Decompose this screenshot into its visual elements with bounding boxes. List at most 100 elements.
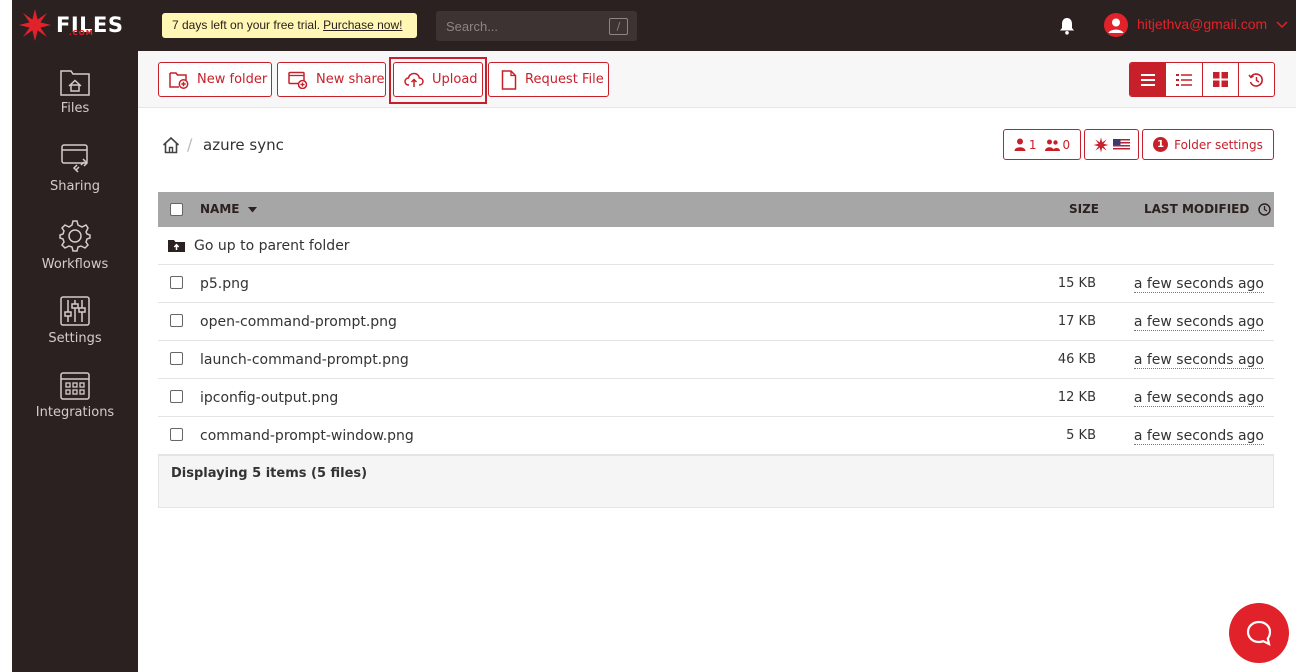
sidebar: Files Sharing Workflows Settings Integra…: [12, 51, 138, 672]
user-icon: [1014, 138, 1026, 151]
support-chat-button[interactable]: [1229, 603, 1289, 663]
row-checkbox[interactable]: [170, 314, 183, 327]
group-icon: [1044, 139, 1060, 151]
chat-bubble-icon: [1246, 620, 1272, 646]
file-size: 17 KB: [1057, 314, 1096, 329]
table-row[interactable]: p5.png 15 KB a few seconds ago: [158, 265, 1274, 303]
grid-icon: [1212, 72, 1228, 87]
purchase-now-link[interactable]: Purchase now!: [323, 18, 402, 32]
new-share-label: New share: [316, 72, 385, 87]
file-name[interactable]: ipconfig-output.png: [200, 379, 338, 417]
new-folder-icon: [169, 71, 189, 89]
user-email[interactable]: hitjethva@gmail.com: [1137, 16, 1267, 32]
table-header: NAME SIZE LAST MODIFIED: [158, 192, 1274, 227]
file-size: 15 KB: [1057, 276, 1096, 291]
table-row[interactable]: command-prompt-window.png 5 KB a few sec…: [158, 417, 1274, 455]
upload-label: Upload: [432, 72, 478, 87]
row-checkbox[interactable]: [170, 352, 183, 365]
table-row[interactable]: open-command-prompt.png 17 KB a few seco…: [158, 303, 1274, 341]
sidebar-item-label: Files: [60, 101, 90, 116]
name-column-header[interactable]: NAME: [200, 192, 257, 227]
folder-home-icon: [60, 70, 90, 96]
groups-count: 0: [1062, 137, 1071, 152]
file-modified: a few seconds ago: [1133, 303, 1264, 341]
request-file-button[interactable]: Request File: [488, 62, 609, 97]
table-footer: Displaying 5 items (5 files): [158, 455, 1274, 508]
logo-sub: .COM: [69, 29, 94, 37]
grid-view-button[interactable]: [1203, 63, 1239, 96]
file-name[interactable]: command-prompt-window.png: [200, 417, 414, 455]
new-folder-label: New folder: [197, 72, 268, 87]
parent-folder-row[interactable]: Go up to parent folder: [158, 227, 1274, 265]
last-modified-header-label: LAST MODIFIED: [1144, 202, 1250, 216]
request-file-label: Request File: [525, 72, 604, 87]
folder-permissions-button[interactable]: 1 0: [1003, 129, 1081, 160]
folder-settings-button[interactable]: 1 Folder settings: [1142, 129, 1274, 160]
detail-list-icon: [1175, 73, 1192, 86]
last-modified-column-header[interactable]: LAST MODIFIED: [1144, 192, 1271, 227]
users-count: 1: [1028, 137, 1037, 152]
file-modified: a few seconds ago: [1133, 417, 1264, 455]
sidebar-item-integrations[interactable]: Integrations: [12, 371, 138, 443]
parent-folder-label: Go up to parent folder: [194, 238, 350, 254]
file-size: 46 KB: [1057, 352, 1096, 367]
new-share-icon: [288, 71, 308, 89]
folder-settings-label: Folder settings: [1174, 137, 1263, 152]
view-toggle-group: [1129, 62, 1275, 97]
select-all-checkbox[interactable]: [170, 203, 183, 216]
search-box[interactable]: /: [436, 11, 637, 41]
chevron-down-icon[interactable]: [1276, 20, 1288, 30]
logo-star-small-icon: [1093, 136, 1109, 153]
trial-banner: 7 days left on your free trial. Purchase …: [162, 13, 417, 38]
search-input[interactable]: [436, 11, 606, 41]
breadcrumb-current-folder: azure sync: [203, 136, 284, 154]
file-size: 5 KB: [1066, 428, 1096, 443]
sidebar-item-settings[interactable]: Settings: [12, 295, 138, 367]
history-view-button[interactable]: [1239, 63, 1274, 96]
new-folder-button[interactable]: New folder: [158, 62, 272, 97]
modified-text: a few seconds ago: [1133, 390, 1264, 407]
new-share-button[interactable]: New share: [277, 62, 386, 97]
sidebar-item-label: Integrations: [35, 405, 115, 420]
modified-text: a few seconds ago: [1133, 314, 1264, 331]
folder-up-icon: [168, 240, 185, 252]
row-checkbox[interactable]: [170, 428, 183, 441]
trial-text: 7 days left on your free trial.: [172, 18, 321, 32]
user-avatar-icon[interactable]: [1104, 13, 1128, 37]
us-flag-icon: [1113, 138, 1130, 151]
bell-icon[interactable]: [1059, 17, 1075, 35]
items-count-text: Displaying 5 items (5 files): [171, 466, 368, 481]
size-column-header[interactable]: SIZE: [1069, 192, 1099, 227]
files-logo[interactable]: FILES: [18, 7, 148, 43]
region-language-button[interactable]: [1084, 129, 1139, 160]
sidebar-item-files[interactable]: Files: [12, 67, 138, 139]
home-icon[interactable]: [162, 136, 180, 154]
file-name[interactable]: open-command-prompt.png: [200, 303, 397, 341]
modified-text: a few seconds ago: [1133, 352, 1264, 369]
clock-icon: [1257, 203, 1271, 216]
sharing-icon: [61, 144, 89, 173]
file-modified: a few seconds ago: [1133, 379, 1264, 417]
upload-button[interactable]: Upload: [393, 62, 483, 97]
row-checkbox[interactable]: [170, 390, 183, 403]
sidebar-item-workflows[interactable]: Workflows: [12, 219, 138, 291]
row-checkbox[interactable]: [170, 276, 183, 289]
detail-list-view-button[interactable]: [1166, 63, 1203, 96]
file-name[interactable]: p5.png: [200, 265, 249, 303]
sidebar-item-sharing[interactable]: Sharing: [12, 143, 138, 215]
table-row[interactable]: launch-command-prompt.png 46 KB a few se…: [158, 341, 1274, 379]
file-modified: a few seconds ago: [1133, 341, 1264, 379]
integrations-icon: [60, 372, 90, 400]
file-name[interactable]: launch-command-prompt.png: [200, 341, 409, 379]
logo-star-icon: [19, 9, 51, 41]
table-row[interactable]: ipconfig-output.png 12 KB a few seconds …: [158, 379, 1274, 417]
file-icon: [501, 69, 517, 90]
list-view-button[interactable]: [1130, 63, 1167, 96]
left-margin: [0, 0, 12, 672]
breadcrumb-separator: /: [187, 135, 193, 154]
sliders-icon: [60, 296, 90, 326]
hamburger-list-icon: [1140, 73, 1155, 86]
sidebar-item-label: Settings: [48, 331, 102, 346]
modified-text: a few seconds ago: [1133, 276, 1264, 293]
sidebar-item-label: Sharing: [50, 179, 100, 194]
